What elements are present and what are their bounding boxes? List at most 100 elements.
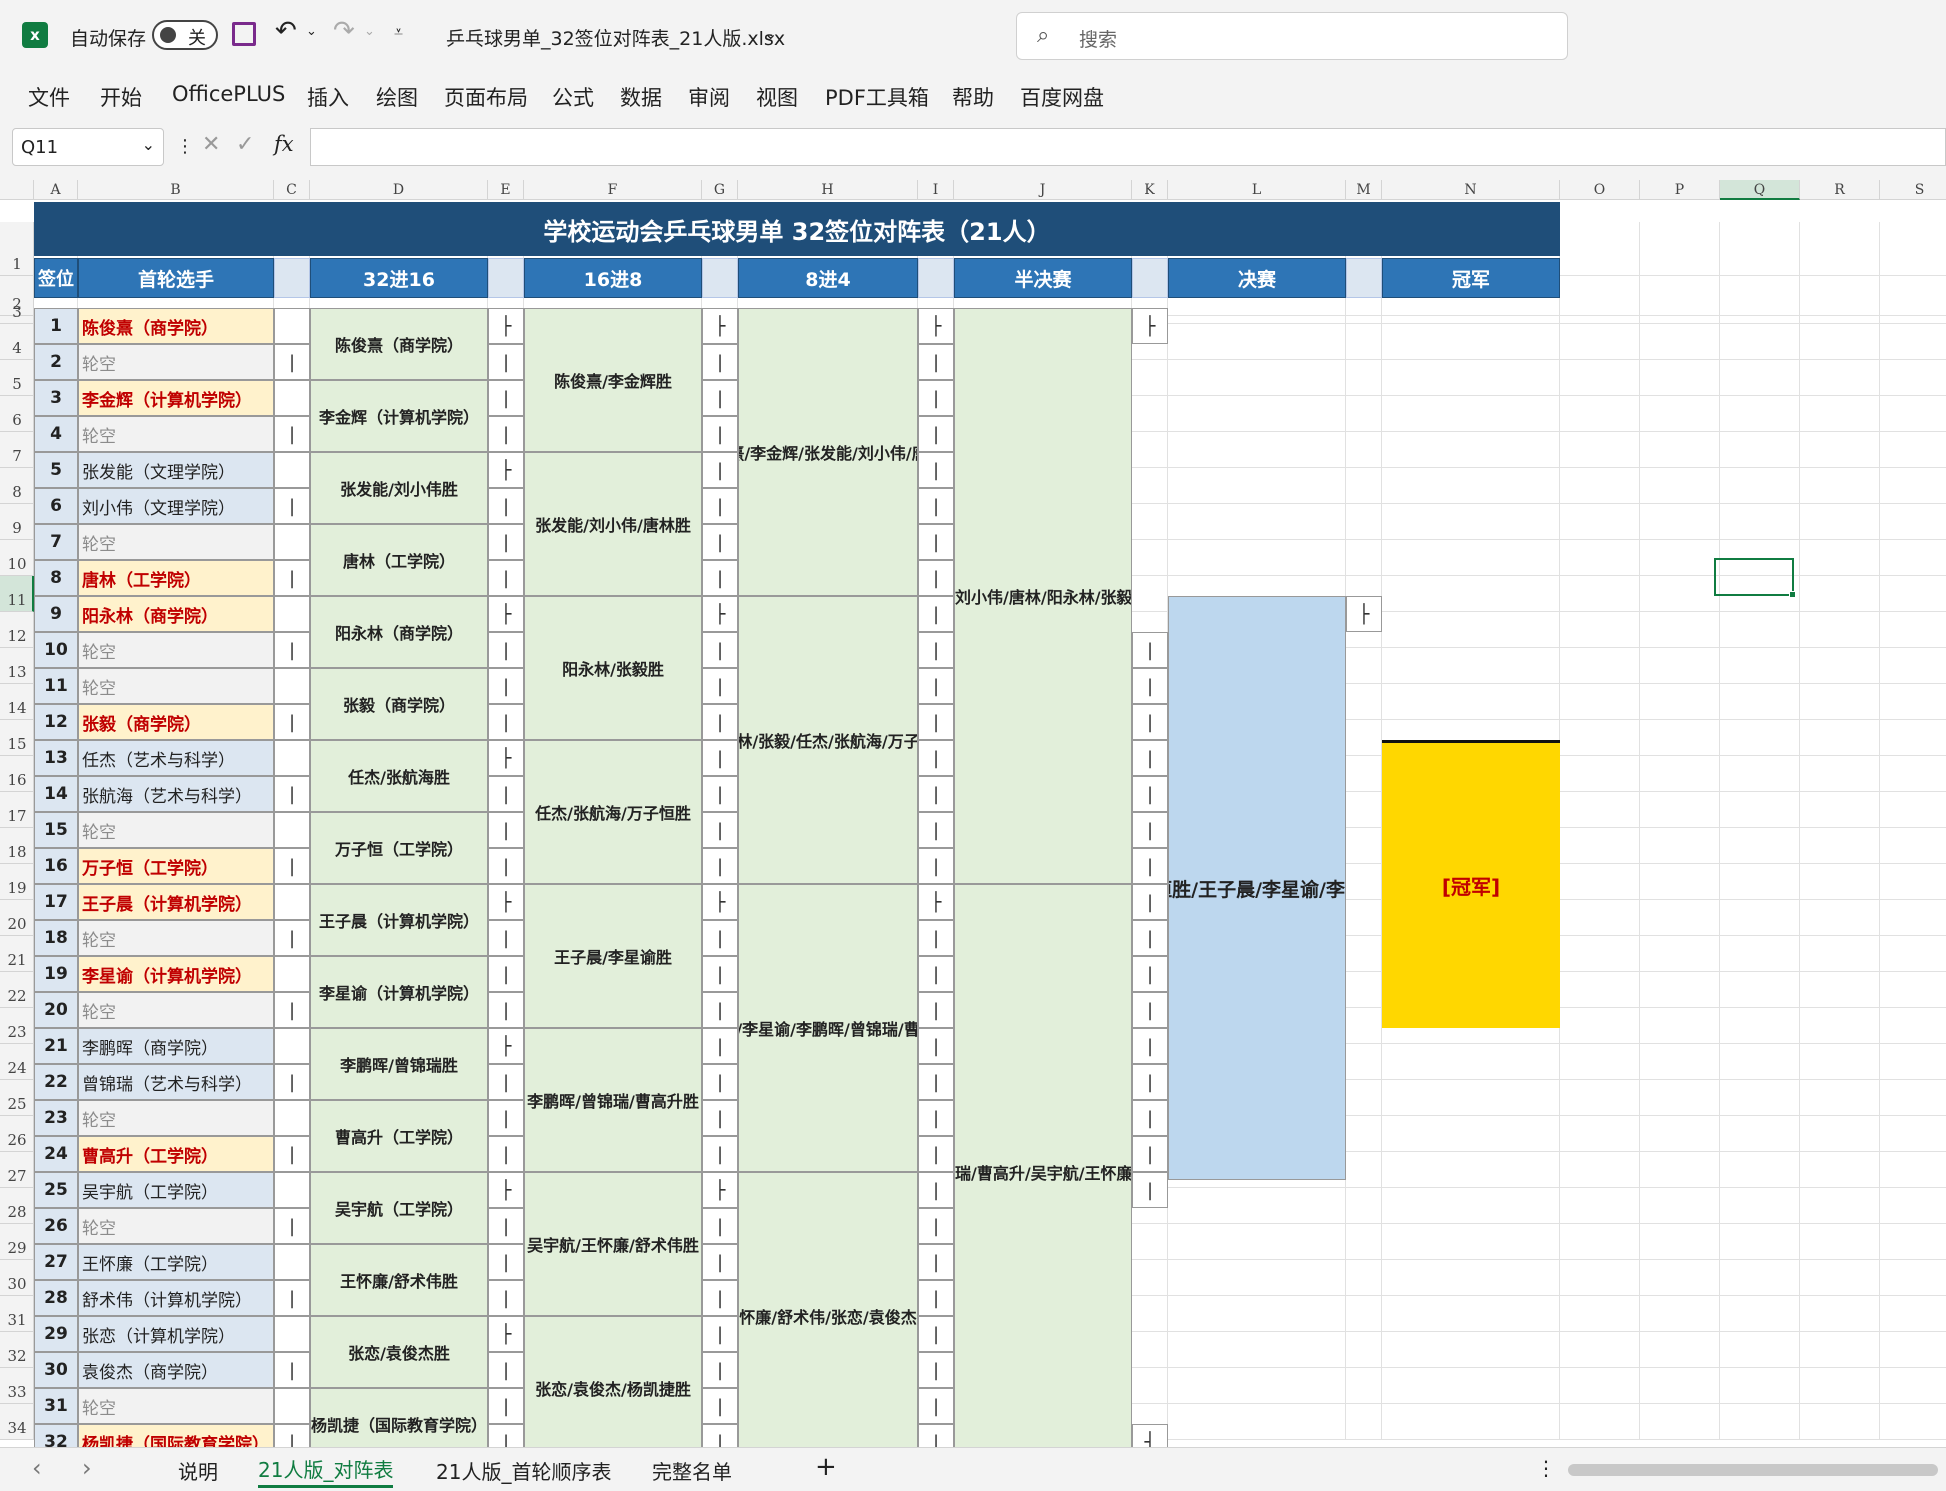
cell[interactable] bbox=[1720, 828, 1800, 864]
cell[interactable] bbox=[1640, 1224, 1720, 1260]
cell[interactable] bbox=[1880, 1332, 1946, 1368]
cell[interactable] bbox=[1880, 792, 1946, 828]
cell[interactable] bbox=[1640, 276, 1720, 316]
cell[interactable] bbox=[1132, 1296, 1168, 1332]
cell[interactable] bbox=[1880, 396, 1946, 432]
cell[interactable] bbox=[1346, 648, 1382, 684]
cell[interactable] bbox=[1382, 396, 1560, 432]
column-header-A[interactable]: A bbox=[34, 180, 78, 200]
cell[interactable] bbox=[1640, 972, 1720, 1008]
cell[interactable] bbox=[1382, 612, 1560, 648]
cell[interactable] bbox=[1720, 324, 1800, 360]
cell[interactable] bbox=[1800, 1332, 1880, 1368]
cell[interactable] bbox=[1382, 324, 1560, 360]
formula-bar-more-icon[interactable]: ⋮ bbox=[176, 136, 194, 157]
row-header-27[interactable]: 27 bbox=[0, 1152, 34, 1188]
cancel-icon[interactable]: ✕ bbox=[202, 132, 220, 157]
cell[interactable] bbox=[1346, 468, 1382, 504]
cell[interactable] bbox=[1346, 864, 1382, 900]
cell[interactable] bbox=[1560, 468, 1640, 504]
cell[interactable] bbox=[1346, 792, 1382, 828]
cell[interactable] bbox=[1800, 276, 1880, 316]
column-header-H[interactable]: H bbox=[738, 180, 918, 200]
cell[interactable] bbox=[1640, 1188, 1720, 1224]
cell[interactable] bbox=[1720, 1332, 1800, 1368]
row-header-15[interactable]: 15 bbox=[0, 720, 34, 756]
row-header-3[interactable]: 3 bbox=[0, 303, 34, 324]
cell[interactable] bbox=[1346, 1368, 1382, 1404]
cell[interactable] bbox=[1346, 1188, 1382, 1224]
cell[interactable] bbox=[1382, 468, 1560, 504]
cell[interactable] bbox=[1640, 1044, 1720, 1080]
save-icon[interactable] bbox=[232, 22, 256, 46]
cell[interactable] bbox=[1720, 648, 1800, 684]
cell[interactable] bbox=[1346, 1152, 1382, 1188]
cell[interactable] bbox=[1640, 720, 1720, 756]
cell[interactable] bbox=[1800, 936, 1880, 972]
cell[interactable] bbox=[1168, 360, 1346, 396]
cell[interactable] bbox=[1800, 756, 1880, 792]
cell[interactable] bbox=[1640, 324, 1720, 360]
cell[interactable] bbox=[1880, 936, 1946, 972]
row-header-1[interactable]: 1 bbox=[0, 222, 34, 276]
cell[interactable] bbox=[1168, 1296, 1346, 1332]
search-box[interactable]: ⌕ 搜索 bbox=[1016, 12, 1568, 60]
cell[interactable] bbox=[1132, 396, 1168, 432]
cell[interactable] bbox=[1880, 684, 1946, 720]
name-box[interactable]: Q11 ⌄ bbox=[12, 128, 164, 166]
column-header-K[interactable]: K bbox=[1132, 180, 1168, 200]
cell[interactable] bbox=[1346, 720, 1382, 756]
column-header-J[interactable]: J bbox=[954, 180, 1132, 200]
redo-dropdown-icon[interactable]: ⌄ bbox=[364, 24, 375, 39]
cell[interactable] bbox=[1560, 1008, 1640, 1044]
cell[interactable] bbox=[1560, 1080, 1640, 1116]
column-header-S[interactable]: S bbox=[1880, 180, 1946, 200]
cell[interactable] bbox=[1560, 900, 1640, 936]
tab-data[interactable]: 数据 bbox=[620, 82, 662, 112]
column-header-G[interactable]: G bbox=[702, 180, 738, 200]
tab-officeplus[interactable]: OfficePLUS bbox=[172, 82, 285, 106]
row-header-31[interactable]: 31 bbox=[0, 1296, 34, 1332]
cell[interactable] bbox=[1560, 276, 1640, 316]
cell[interactable] bbox=[1168, 1188, 1346, 1224]
cell[interactable] bbox=[1800, 1116, 1880, 1152]
cell[interactable] bbox=[1880, 612, 1946, 648]
row-header-20[interactable]: 20 bbox=[0, 900, 34, 936]
cell[interactable] bbox=[1800, 504, 1880, 540]
cell[interactable] bbox=[1880, 504, 1946, 540]
cell[interactable] bbox=[1800, 316, 1880, 324]
cell[interactable] bbox=[1800, 1224, 1880, 1260]
row-header-21[interactable]: 21 bbox=[0, 936, 34, 972]
cell[interactable] bbox=[1132, 504, 1168, 540]
row-header-11[interactable]: 11 bbox=[0, 576, 34, 612]
cell[interactable] bbox=[1720, 1080, 1800, 1116]
column-header-B[interactable]: B bbox=[78, 180, 274, 200]
enter-icon[interactable]: ✓ bbox=[236, 132, 254, 157]
cell[interactable] bbox=[1346, 972, 1382, 1008]
column-header-P[interactable]: P bbox=[1640, 180, 1720, 200]
cell[interactable] bbox=[1720, 720, 1800, 756]
cell[interactable] bbox=[1800, 1188, 1880, 1224]
cell[interactable] bbox=[1640, 1116, 1720, 1152]
cell[interactable] bbox=[1800, 576, 1880, 612]
cell[interactable] bbox=[1382, 1332, 1560, 1368]
selected-cell[interactable] bbox=[1714, 558, 1794, 596]
cell[interactable] bbox=[1640, 360, 1720, 396]
cell[interactable] bbox=[1880, 900, 1946, 936]
cell[interactable] bbox=[1132, 1368, 1168, 1404]
cell[interactable] bbox=[1880, 1188, 1946, 1224]
row-header-4[interactable]: 4 bbox=[0, 324, 34, 360]
cell[interactable] bbox=[1720, 1116, 1800, 1152]
row-header-22[interactable]: 22 bbox=[0, 972, 34, 1008]
cell[interactable] bbox=[1382, 1116, 1560, 1152]
cell[interactable] bbox=[1346, 1296, 1382, 1332]
cell[interactable] bbox=[1560, 936, 1640, 972]
cell[interactable] bbox=[1382, 360, 1560, 396]
column-header-O[interactable]: O bbox=[1560, 180, 1640, 200]
cell[interactable] bbox=[1346, 316, 1382, 324]
cell[interactable] bbox=[1800, 540, 1880, 576]
cell[interactable] bbox=[1560, 864, 1640, 900]
cell[interactable] bbox=[1880, 360, 1946, 396]
cell[interactable] bbox=[1880, 468, 1946, 504]
cell[interactable] bbox=[1560, 360, 1640, 396]
